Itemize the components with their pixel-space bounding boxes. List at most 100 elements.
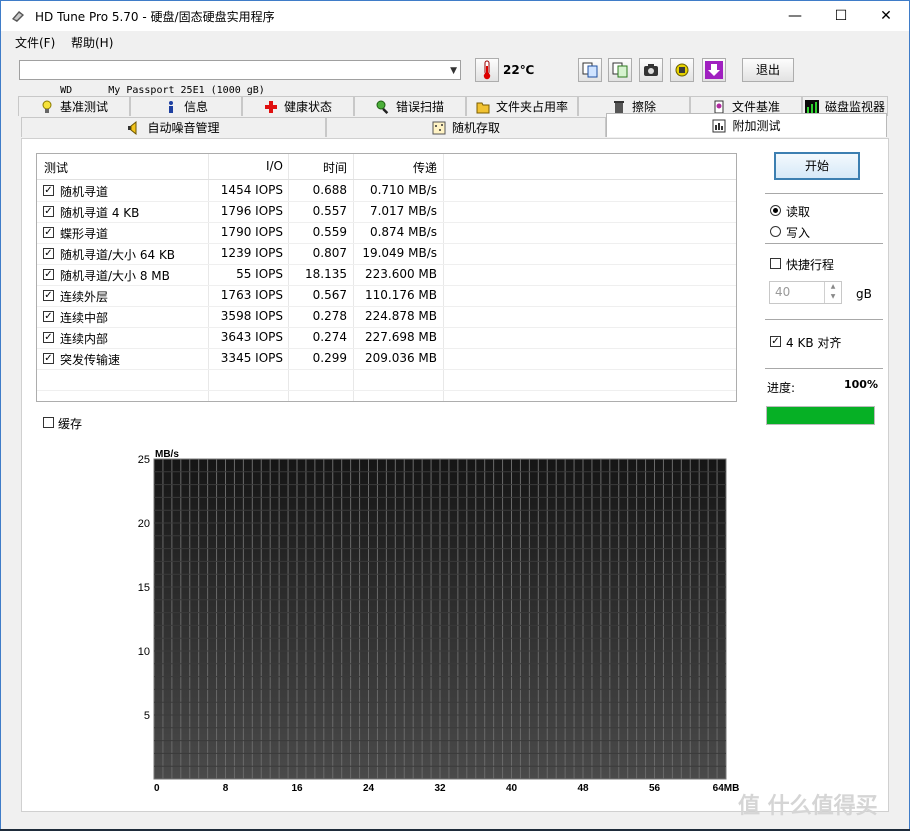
y-tick-label: 15 (138, 582, 150, 594)
spinner-up-icon[interactable]: ▲ (825, 282, 841, 292)
table-row[interactable]: ✓ 随机寻道/大小 8 MB 55 IOPS 18.135 223.600 MB (37, 264, 736, 286)
file-benchmark-icon (714, 100, 724, 113)
x-tick-label: 64MB (713, 783, 740, 794)
row-time: 0.274 (312, 330, 347, 344)
header-transfer[interactable]: 传递 (353, 159, 437, 176)
table-row[interactable]: ✓ 随机寻道 4 KB 1796 IOPS 0.557 7.017 MB/s (37, 201, 736, 223)
row-checkbox[interactable]: ✓ (43, 290, 54, 301)
row-checkbox[interactable]: ✓ (43, 248, 54, 259)
menu-help[interactable]: 帮助(H) (71, 34, 113, 51)
row-time: 0.567 (312, 288, 347, 302)
tab-label: 附加测试 (732, 119, 781, 133)
close-icon: ✕ (880, 8, 892, 24)
row-test-name: 连续内部 (60, 332, 109, 346)
row-transfer: 209.036 MB (364, 351, 437, 365)
progress-label: 进度: (767, 381, 796, 395)
spinner-down-icon[interactable]: ▼ (825, 292, 841, 302)
y-tick-label: 20 (138, 518, 150, 530)
y-tick-label: 5 (144, 710, 150, 722)
row-checkbox[interactable]: ✓ (43, 353, 54, 364)
spinner-arrows[interactable]: ▲ ▼ (824, 282, 841, 303)
row-checkbox[interactable]: ✓ (43, 227, 54, 238)
tab-folder-usage[interactable]: 文件夹占用率 (466, 96, 578, 116)
download-button[interactable] (702, 58, 726, 82)
divider (765, 243, 883, 244)
header-time[interactable]: 时间 (288, 159, 347, 176)
info-icon (168, 100, 173, 113)
x-tick-label: 48 (577, 783, 589, 794)
copy-button[interactable] (578, 58, 602, 82)
copy-text-icon (612, 62, 628, 78)
table-row[interactable]: ✓ 突发传输速 3345 IOPS 0.299 209.036 MB (37, 348, 736, 370)
tab-health[interactable]: 健康状态 (242, 96, 354, 116)
thermometer-icon (483, 60, 491, 80)
tab-random-access[interactable]: 随机存取 (326, 117, 606, 137)
row-time: 18.135 (305, 267, 347, 281)
table-row[interactable]: ✓ 连续外层 1763 IOPS 0.567 110.176 MB (37, 285, 736, 307)
quick-stroke-unit: gB (856, 287, 872, 301)
table-row[interactable]: ✓ 随机寻道/大小 64 KB 1239 IOPS 0.807 19.049 MB/s (37, 243, 736, 265)
header-io[interactable]: I/O (208, 159, 283, 173)
row-transfer: 19.049 MB/s (362, 246, 437, 260)
start-button[interactable]: 开始 (774, 152, 860, 180)
align-4kb-checkbox[interactable]: ✓ (770, 336, 781, 347)
row-checkbox[interactable]: ✓ (43, 185, 54, 196)
temperature-button[interactable] (475, 58, 499, 82)
exit-button[interactable]: 退出 (742, 58, 794, 82)
cache-checkbox[interactable] (43, 417, 54, 428)
minimize-button[interactable]: — (772, 1, 818, 31)
x-tick-label: 16 (291, 783, 303, 794)
copy-text-button[interactable] (608, 58, 632, 82)
tab-benchmark[interactable]: 基准测试 (18, 96, 130, 116)
extra-tests-icon (712, 119, 726, 132)
row-test-name: 随机寻道/大小 64 KB (60, 248, 176, 262)
table-row[interactable]: ✓ 连续中部 3598 IOPS 0.278 224.878 MB (37, 306, 736, 328)
transfer-chart: 5 10 15 20 25 MB/s 0 8 16 24 32 40 48 56 64MB (138, 449, 740, 794)
table-header: 测试 I/O 时间 传递 (37, 154, 736, 180)
row-test-name: 突发传输速 (60, 353, 121, 367)
header-test[interactable]: 测试 (44, 159, 68, 176)
screenshot-button[interactable] (639, 58, 663, 82)
tab-label: 错误扫描 (395, 100, 444, 114)
divider (765, 319, 883, 320)
table-row[interactable]: ✓ 连续内部 3643 IOPS 0.274 227.698 MB (37, 327, 736, 349)
menu-file[interactable]: 文件(F) (15, 34, 55, 51)
trash-icon (613, 100, 624, 113)
title-bar: HD Tune Pro 5.70 - 硬盘/固态硬盘实用程序 — ☐ ✕ (1, 1, 909, 31)
random-access-icon (432, 121, 446, 134)
row-test-name: 随机寻道 4 KB (60, 206, 140, 220)
tab-extra-tests[interactable]: 附加测试 (606, 113, 887, 137)
drive-select[interactable]: WD My Passport 25E1 (1000 gB) ▼ (19, 60, 461, 96)
table-row[interactable]: ✓ 随机寻道 1454 IOPS 0.688 0.710 MB/s (37, 180, 736, 202)
quick-stroke-checkbox[interactable] (770, 258, 781, 269)
row-transfer: 0.874 MB/s (369, 225, 437, 239)
folder-icon (476, 102, 490, 113)
close-button[interactable]: ✕ (863, 1, 909, 31)
x-tick-label: 56 (649, 783, 661, 794)
tab-error-scan[interactable]: 错误扫描 (354, 96, 466, 116)
read-radio[interactable] (770, 205, 781, 216)
tab-acoustic[interactable]: 自动噪音管理 (21, 117, 326, 137)
drive-select-value: WD My Passport 25E1 (1000 gB) (60, 85, 265, 96)
write-radio[interactable] (770, 226, 781, 237)
x-tick-label: 40 (506, 783, 518, 794)
row-checkbox[interactable]: ✓ (43, 206, 54, 217)
progress-fill (767, 407, 874, 424)
window-title: HD Tune Pro 5.70 - 硬盘/固态硬盘实用程序 (35, 10, 275, 24)
tab-label: 文件夹占用率 (495, 100, 568, 114)
row-io: 1454 IOPS (220, 183, 283, 197)
row-io: 3643 IOPS (220, 330, 283, 344)
options-button[interactable] (670, 58, 694, 82)
table-row[interactable]: ✓ 蝶形寻道 1790 IOPS 0.559 0.874 MB/s (37, 222, 736, 244)
row-checkbox[interactable]: ✓ (43, 269, 54, 280)
magnifier-icon (376, 100, 389, 114)
row-checkbox[interactable]: ✓ (43, 311, 54, 322)
row-checkbox[interactable]: ✓ (43, 332, 54, 343)
maximize-button[interactable]: ☐ (818, 1, 864, 31)
temperature-value: 22℃ (503, 63, 535, 77)
quick-stroke-spinner[interactable]: 40 ▲ ▼ (769, 281, 842, 304)
tab-info[interactable]: 信息 (130, 96, 242, 116)
y-tick-label: 25 (138, 454, 150, 466)
row-transfer: 0.710 MB/s (369, 183, 437, 197)
tab-row-2: 自动噪音管理 随机存取 附加测试 (21, 113, 887, 137)
